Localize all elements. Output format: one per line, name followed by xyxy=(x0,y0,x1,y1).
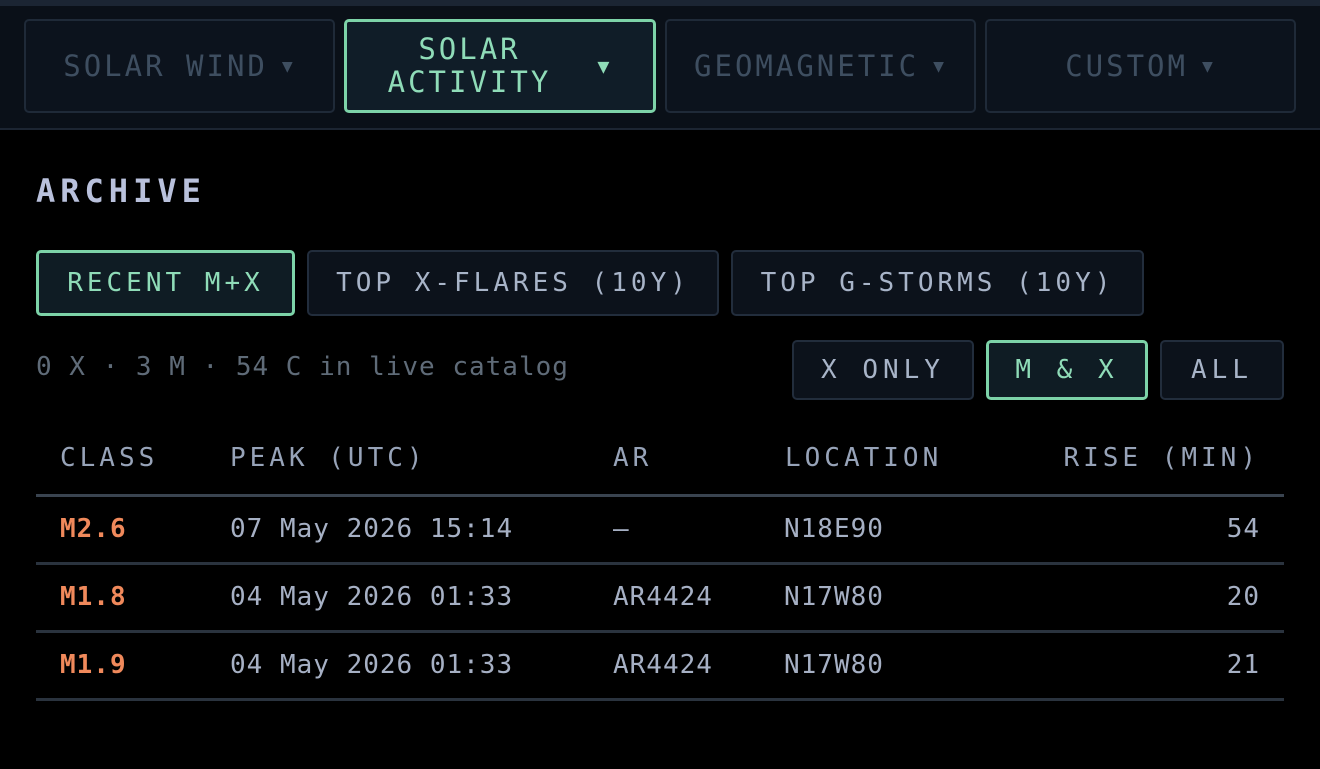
column-header-location[interactable]: LOCATION xyxy=(785,443,942,473)
filter-label: ALL xyxy=(1191,355,1253,385)
caret-down-icon: ▼ xyxy=(1201,55,1216,77)
preset-top-g-storms-button[interactable]: TOP G-STORMS (10Y) xyxy=(731,250,1144,316)
cell-rise: 21 xyxy=(1226,650,1260,680)
tab-custom[interactable]: CUSTOM ▼ xyxy=(985,19,1296,113)
preset-label: TOP X-FLARES (10Y) xyxy=(336,268,690,298)
filter-label: X ONLY xyxy=(821,355,945,385)
cell-rise: 54 xyxy=(1226,514,1260,544)
catalog-summary: 0 X · 3 M · 54 C in live catalog xyxy=(36,352,569,382)
flare-table: CLASS PEAK (UTC) AR LOCATION RISE (MIN) … xyxy=(36,425,1284,701)
filter-x-only-button[interactable]: X ONLY xyxy=(792,340,974,400)
tab-label-line2: ACTIVITY xyxy=(387,65,552,99)
preset-top-x-flares-button[interactable]: TOP X-FLARES (10Y) xyxy=(307,250,719,316)
cell-location: N17W80 xyxy=(784,650,884,680)
tab-label-line1: SOLAR xyxy=(418,32,521,66)
cell-peak: 07 May 2026 15:14 xyxy=(230,514,514,544)
filter-m-and-x-button[interactable]: M & X xyxy=(986,340,1148,400)
caret-down-icon: ▼ xyxy=(597,54,613,78)
tab-geomagnetic[interactable]: GEOMAGNETIC ▼ xyxy=(665,19,976,113)
table-header: CLASS PEAK (UTC) AR LOCATION RISE (MIN) xyxy=(36,425,1284,497)
tab-label: GEOMAGNETIC xyxy=(694,48,920,83)
cell-ar: AR4424 xyxy=(613,582,713,612)
preset-label: RECENT M+X xyxy=(67,268,264,298)
preset-recent-mx-button[interactable]: RECENT M+X xyxy=(36,250,295,316)
cell-rise: 20 xyxy=(1226,582,1260,612)
tab-label: SOLAR WIND xyxy=(63,48,268,83)
cell-class: M2.6 xyxy=(60,514,127,544)
column-header-class[interactable]: CLASS xyxy=(60,443,158,473)
column-header-peak[interactable]: PEAK (UTC) xyxy=(230,443,427,473)
archive-title: ARCHIVE xyxy=(36,172,206,210)
cell-peak: 04 May 2026 01:33 xyxy=(230,582,514,612)
cell-ar: AR4424 xyxy=(613,650,713,680)
cell-class: M1.8 xyxy=(60,582,127,612)
filter-all-button[interactable]: ALL xyxy=(1160,340,1284,400)
table-row[interactable]: M1.8 04 May 2026 01:33 AR4424 N17W80 20 xyxy=(36,565,1284,633)
cell-location: N18E90 xyxy=(784,514,884,544)
tab-label: CUSTOM xyxy=(1065,48,1188,83)
cell-ar: — xyxy=(613,514,630,544)
column-header-rise[interactable]: RISE (MIN) xyxy=(1063,443,1260,473)
cell-location: N17W80 xyxy=(784,582,884,612)
column-header-ar[interactable]: AR xyxy=(613,443,652,473)
filter-label: M & X xyxy=(1015,355,1119,385)
caret-down-icon: ▼ xyxy=(281,55,296,77)
tab-label: SOLAR ACTIVITY xyxy=(388,33,552,99)
cell-class: M1.9 xyxy=(60,650,127,680)
tab-solar-wind[interactable]: SOLAR WIND ▼ xyxy=(24,19,335,113)
caret-down-icon: ▼ xyxy=(933,55,947,77)
preset-label: TOP G-STORMS (10Y) xyxy=(760,268,1115,298)
top-tab-bar: SOLAR WIND ▼ SOLAR ACTIVITY ▼ GEOMAGNETI… xyxy=(0,0,1320,130)
cell-peak: 04 May 2026 01:33 xyxy=(230,650,514,680)
table-row[interactable]: M1.9 04 May 2026 01:33 AR4424 N17W80 21 xyxy=(36,633,1284,701)
tab-solar-activity[interactable]: SOLAR ACTIVITY ▼ xyxy=(344,19,656,113)
table-row[interactable]: M2.6 07 May 2026 15:14 — N18E90 54 xyxy=(36,497,1284,565)
